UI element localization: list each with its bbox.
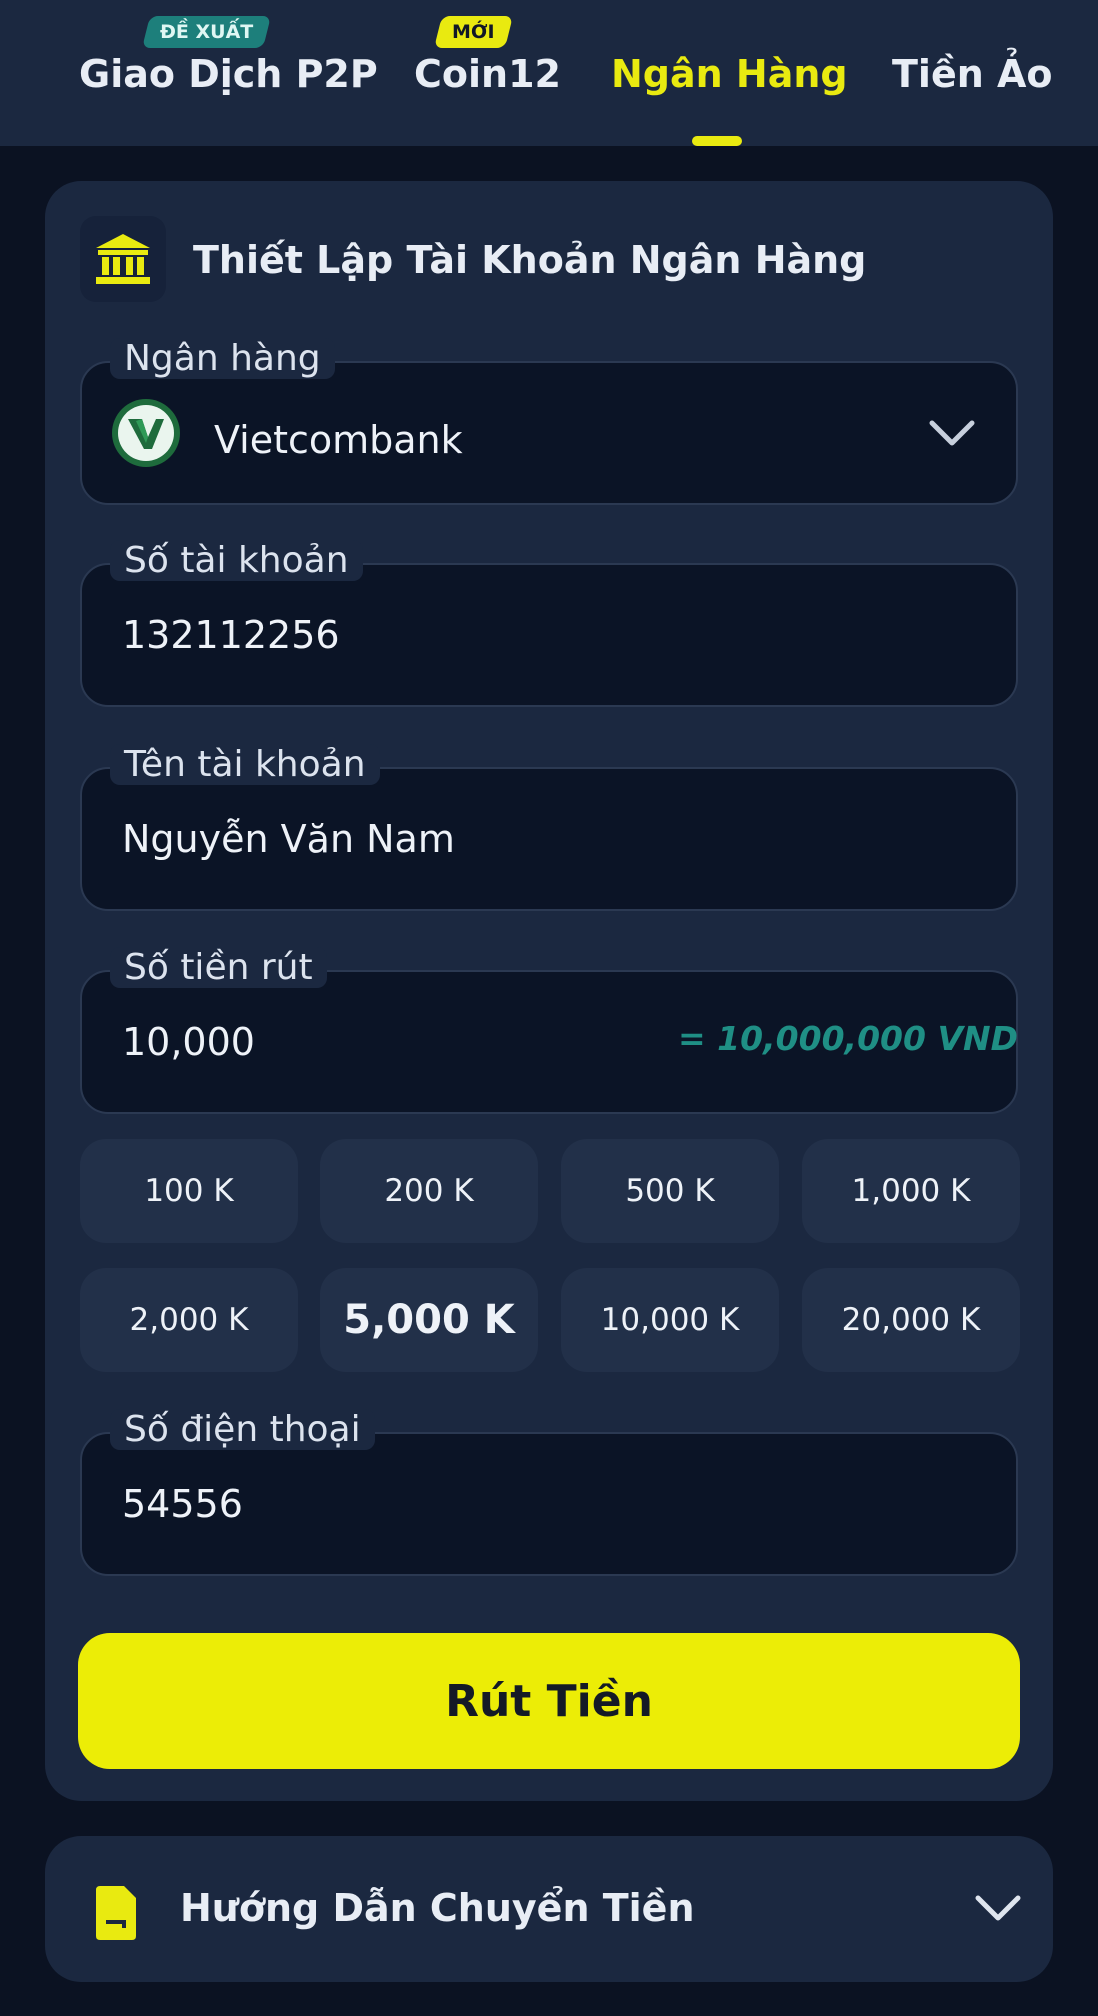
account-number-input[interactable] (122, 605, 682, 665)
account-name-label: Tên tài khoản (110, 744, 380, 785)
tab-coin12-label: Coin12 (414, 52, 561, 96)
quick-amount-20000k[interactable]: 20,000 K (802, 1268, 1020, 1372)
quick-amount-100k[interactable]: 100 K (80, 1139, 298, 1243)
tab-crypto[interactable]: Tiền Ảo (892, 52, 1053, 96)
quick-amount-1000k[interactable]: 1,000 K (802, 1139, 1020, 1243)
tab-bank[interactable]: Ngân Hàng (611, 52, 848, 96)
quick-amount-200k[interactable]: 200 K (320, 1139, 538, 1243)
bank-value: Vietcombank (214, 418, 463, 462)
transfer-guide-title: Hướng Dẫn Chuyển Tiền (180, 1886, 695, 1930)
tab-bank-label: Ngân Hàng (611, 52, 848, 96)
phone-label: Số điện thoại (110, 1409, 375, 1450)
conversion-text: = 10,000,000 VND (678, 1019, 1018, 1058)
tab-p2p-label: Giao Dịch P2P (79, 52, 378, 96)
amount-input[interactable] (122, 1012, 502, 1072)
quick-amount-2000k[interactable]: 2,000 K (80, 1268, 298, 1372)
chevron-down-icon[interactable] (974, 1894, 1022, 1924)
chevron-down-icon[interactable] (928, 419, 976, 449)
tab-coin12[interactable]: Coin12 (414, 52, 561, 96)
active-tab-indicator (692, 136, 742, 146)
recommend-badge-label: ĐỀ XUẤT (160, 21, 254, 43)
phone-input[interactable] (122, 1474, 682, 1534)
sim-card-icon (96, 1886, 136, 1940)
account-name-input[interactable] (122, 809, 682, 869)
quick-amount-10000k[interactable]: 10,000 K (561, 1268, 779, 1372)
quick-amount-500k[interactable]: 500 K (561, 1139, 779, 1243)
amount-label: Số tiền rút (110, 947, 327, 988)
new-badge: MỚI (434, 16, 513, 48)
bank-label: Ngân hàng (110, 338, 335, 379)
tab-bar: Giao Dịch P2P ĐỀ XUẤT Coin12 MỚI Ngân Hà… (0, 0, 1098, 146)
quick-amount-5000k[interactable]: 5,000 K (320, 1268, 538, 1372)
account-number-label: Số tài khoản (110, 540, 363, 581)
withdraw-button[interactable]: Rút Tiền (78, 1633, 1020, 1769)
tab-p2p[interactable]: Giao Dịch P2P (79, 52, 378, 96)
vietcombank-logo (112, 399, 180, 467)
new-badge-label: MỚI (452, 21, 495, 43)
bank-icon (80, 216, 166, 302)
tab-crypto-label: Tiền Ảo (892, 52, 1053, 96)
card-title: Thiết Lập Tài Khoản Ngân Hàng (193, 238, 867, 282)
recommend-badge: ĐỀ XUẤT (142, 16, 272, 48)
